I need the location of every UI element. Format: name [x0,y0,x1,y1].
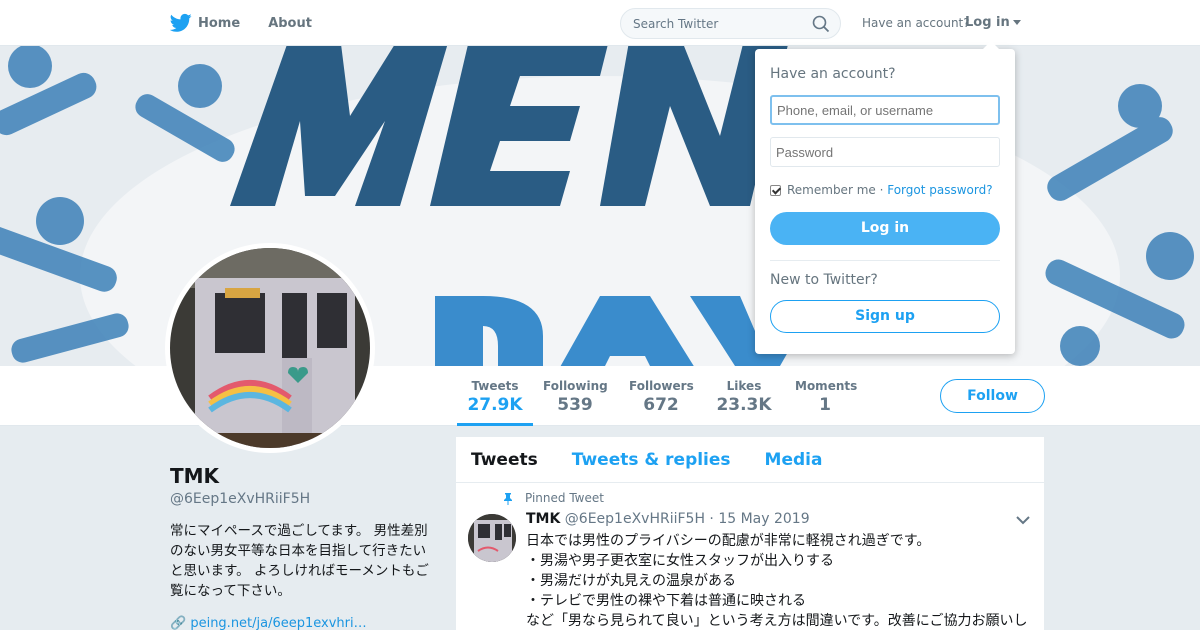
stat-tweets[interactable]: Tweets 27.9K [457,366,533,426]
nav-about-label: About [268,15,312,31]
pin-icon [504,493,512,505]
tab-tweets-and-replies[interactable]: Tweets & replies [572,450,731,470]
nav-home-link[interactable]: Home [170,13,240,33]
stat-label: Likes [726,379,762,393]
twitter-bird-icon [170,13,192,32]
top-navigation-bar: Home About Search Twitter Have an accoun… [0,0,1200,46]
tab-media[interactable]: Media [765,450,823,470]
link-icon: 🔗 [170,616,191,630]
profile-bio: 常にマイペースで過ごしてます。 男性差別のない男女平等な日本を目指して行きたいと… [170,523,429,599]
search-input[interactable]: Search Twitter [620,8,841,39]
stat-label: Tweets [471,379,519,393]
profile-handle[interactable]: @6Eep1eXvHRiiF5H [170,491,310,507]
tweet-author-name[interactable]: TMK [526,511,560,527]
tweet-avatar[interactable] [468,514,516,562]
timeline-tabs: Tweets Tweets & replies Media [456,437,1044,483]
follow-button[interactable]: Follow [940,379,1045,413]
stat-moments[interactable]: Moments 1 [795,366,858,426]
caret-down-icon [1012,20,1021,25]
tweet-text: 日本では男性のプライバシーの配慮が非常に軽視され過ぎです。 ・男湯や男子更衣室に… [526,533,1028,629]
tweet-author-handle[interactable]: @6Eep1eXvHRiiF5H [565,511,705,527]
signup-button[interactable]: Sign up [770,300,1000,333]
stat-following[interactable]: Following 539 [543,366,608,426]
forgot-password-link[interactable]: Forgot password? [887,183,992,197]
profile-website-link[interactable]: 🔗 peing.net/ja/6eep1exvhri… [170,616,367,630]
username-field[interactable] [770,95,1000,125]
stat-value: 1 [819,395,831,415]
remember-me-label[interactable]: Remember me [787,183,876,197]
stat-value: 27.9K [467,395,523,415]
stat-likes[interactable]: Likes 23.3K [715,366,773,426]
stat-value: 23.3K [716,395,772,415]
search-placeholder: Search Twitter [633,17,719,31]
tab-tweets[interactable]: Tweets [471,450,538,470]
have-account-text: Have an account? [862,16,970,30]
nav-left: Home About [170,0,340,46]
profile-avatar[interactable] [165,243,375,453]
stat-label: Following [543,379,608,393]
avatar-image [170,248,370,448]
timeline: Tweets Tweets & replies Media Pinned Twe… [456,437,1044,630]
pinned-label: Pinned Tweet [525,491,604,505]
divider [770,260,1000,261]
login-menu-toggle[interactable]: Log in [965,15,1021,30]
remember-me-row: Remember me · Forgot password? [770,183,993,197]
stat-followers[interactable]: Followers 672 [629,366,694,426]
tweet-header: TMK @6Eep1eXvHRiiF5H · 15 May 2019 [526,511,810,527]
dropdown-title: Have an account? [770,66,896,82]
nav-about-link[interactable]: About [268,16,312,31]
stat-label: Followers [629,379,694,393]
dropdown-arrow [983,41,999,49]
password-field[interactable] [770,137,1000,167]
stat-value: 672 [643,395,679,415]
chevron-down-icon[interactable] [1016,515,1030,525]
new-to-twitter-text: New to Twitter? [770,272,878,288]
login-dropdown: Have an account? Remember me · Forgot pa… [755,41,1015,354]
stat-label: Moments [795,379,858,393]
profile-link-text: peing.net/ja/6eep1exvhri… [190,616,367,630]
nav-home-label: Home [198,15,241,31]
remember-me-checkbox[interactable] [770,184,781,196]
stat-value: 539 [557,395,593,415]
profile-name[interactable]: TMK [170,464,219,488]
separator-dot: · [875,183,888,197]
login-button[interactable]: Log in [770,212,1000,245]
tweet-date[interactable]: · 15 May 2019 [709,511,809,527]
search-icon[interactable] [812,15,830,33]
login-menu-label: Log in [965,15,1010,30]
